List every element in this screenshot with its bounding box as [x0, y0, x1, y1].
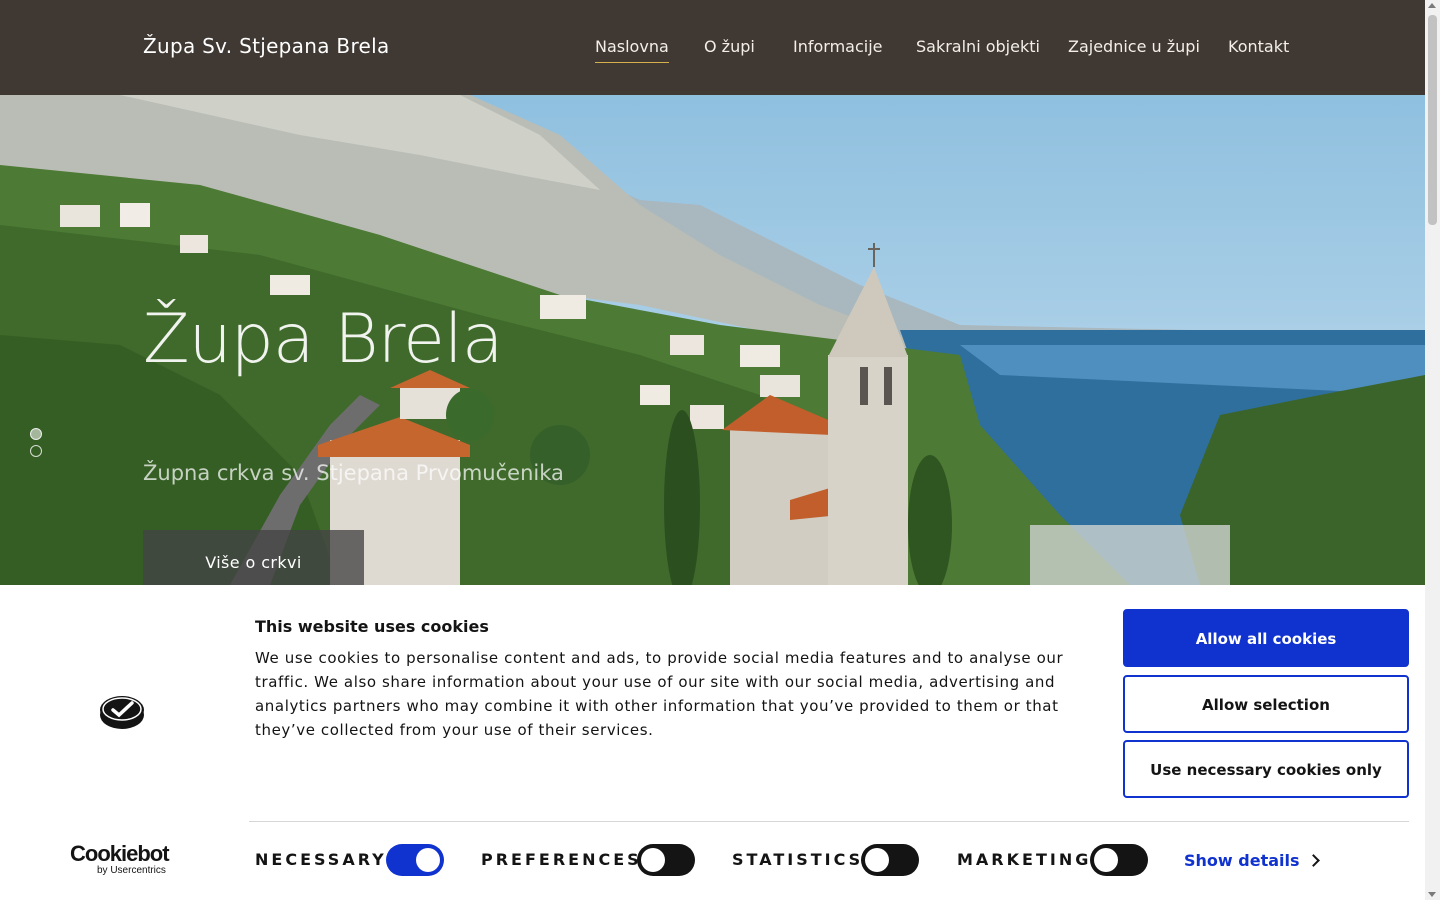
scroll-down-icon[interactable] [1428, 892, 1436, 897]
cookie-description: We use cookies to personalise content an… [255, 649, 1064, 739]
necessary-toggle[interactable] [386, 844, 444, 876]
statistics-label: STATISTICS [732, 850, 864, 869]
nav-item-o-zupi[interactable]: O župi [704, 37, 755, 56]
necessary-label: NECESSARY [255, 850, 387, 869]
hero-title: Župa Brela [143, 300, 504, 379]
page-scrollbar[interactable] [1425, 0, 1440, 900]
cookiebot-icon [100, 696, 144, 729]
hero-subtitle: Župna crkva sv. Stjepana Prvomučenika [143, 461, 564, 485]
chevron-right-icon [1307, 854, 1320, 867]
site-header: Župa Sv. Stjepana Brela Naslovna O župi … [0, 0, 1425, 95]
necessary-only-button[interactable]: Use necessary cookies only [1123, 740, 1409, 798]
allow-all-cookies-button[interactable]: Allow all cookies [1123, 609, 1409, 667]
cookie-divider [249, 821, 1409, 822]
nav-item-kontakt[interactable]: Kontakt [1228, 37, 1289, 56]
show-details-link[interactable]: Show details [1184, 851, 1300, 870]
hero-slider: Župa Brela Župna crkva sv. Stjepana Prvo… [0, 95, 1425, 585]
allow-selection-button[interactable]: Allow selection [1123, 675, 1409, 733]
site-brand[interactable]: Župa Sv. Stjepana Brela [143, 34, 390, 58]
preferences-toggle[interactable] [637, 844, 695, 876]
slider-dot-1[interactable] [30, 428, 42, 440]
preferences-label: PREFERENCES [481, 850, 642, 869]
cookiebot-brand-name: Cookiebot [70, 841, 170, 866]
cookiebot-logo[interactable]: Cookiebot by Usercentrics [70, 843, 174, 877]
nav-item-sakralni-objekti[interactable]: Sakralni objekti [916, 37, 1040, 56]
marketing-label: MARKETING [957, 850, 1092, 869]
nav-item-naslovna[interactable]: Naslovna [595, 37, 669, 63]
scroll-up-icon[interactable] [1428, 3, 1436, 8]
cookie-title: This website uses cookies [255, 617, 489, 636]
marketing-toggle[interactable] [1090, 844, 1148, 876]
cookie-banner: Cookiebot by Usercentrics This website u… [0, 585, 1425, 900]
scroll-thumb[interactable] [1428, 15, 1437, 225]
nav-item-zajednice[interactable]: Zajednice u župi [1068, 37, 1200, 56]
slider-dot-2[interactable] [30, 445, 42, 457]
more-about-church-button[interactable]: Više o crkvi [143, 530, 364, 585]
cookiebot-brand-sub: by Usercentrics [97, 865, 166, 876]
statistics-toggle[interactable] [861, 844, 919, 876]
nav-item-informacije[interactable]: Informacije [793, 37, 883, 56]
